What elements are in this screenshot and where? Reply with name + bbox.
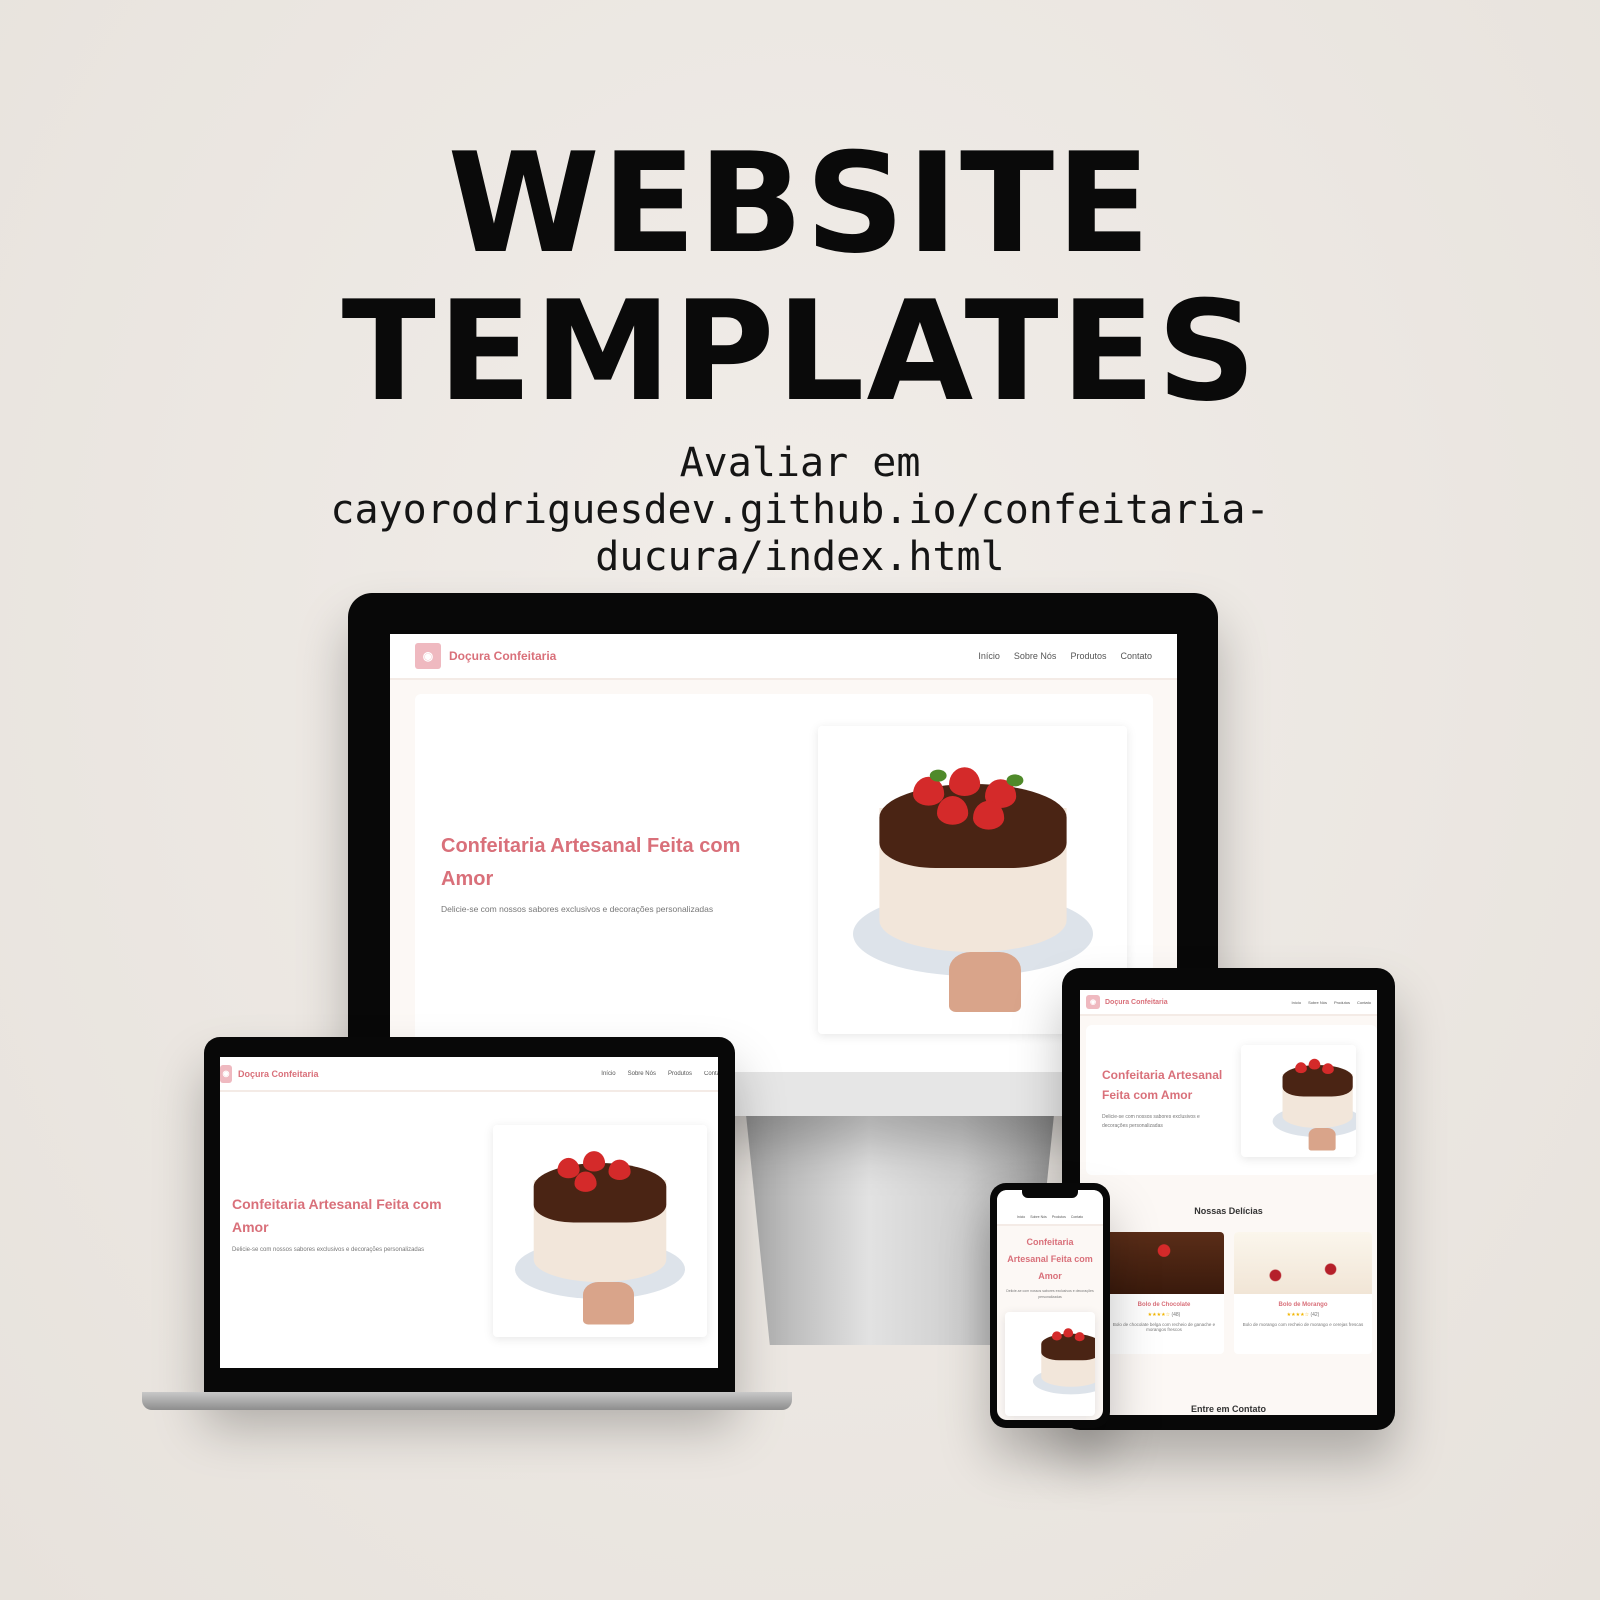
hero-title: Confeitaria Artesanal Feita com Amor: [1007, 1237, 1093, 1281]
rating-count: (48): [1171, 1312, 1181, 1318]
products-title: Nossas Delícias: [1194, 1206, 1263, 1216]
nav-produtos[interactable]: Produtos: [668, 1071, 692, 1077]
cake-image: [515, 1138, 685, 1325]
star-rating-icon: ★★★★☆: [1147, 1312, 1171, 1318]
nav-contato[interactable]: Contato: [704, 1071, 718, 1077]
chocolate-cake-image: [1104, 1232, 1224, 1294]
nav-inicio[interactable]: Início: [601, 1071, 615, 1077]
nav-contato[interactable]: Contato: [1071, 1215, 1083, 1219]
phone-notch: [1022, 1190, 1078, 1198]
strawberry-cake-image: [1234, 1232, 1372, 1294]
cupcake-icon: ◉: [220, 1064, 232, 1083]
product-desc: Bolo de chocolate belga com recheio de g…: [1112, 1322, 1216, 1332]
laptop-base: [142, 1392, 792, 1410]
nav-inicio[interactable]: Início: [978, 651, 1000, 661]
monitor-screen: ◉ Doçura Confeitaria Início Sobre Nós Pr…: [390, 634, 1177, 1072]
site-header: ◉ Doçura Confeitaria Início Sobre Nós Produ…: [1080, 990, 1377, 1016]
nav-inicio[interactable]: Início: [1292, 1000, 1302, 1005]
contact-title: Entre em Contato: [1190, 1404, 1266, 1414]
brand-name: Doçura Confeitaria: [238, 1068, 319, 1079]
title-line-2: TEMPLATES: [341, 271, 1259, 432]
tablet-screen: ◉ Doçura Confeitaria Início Sobre Nós Produ…: [1080, 990, 1377, 1415]
nav-contato[interactable]: Contato: [1120, 651, 1152, 661]
hero-title: Confeitaria Artesanal Feita com Amor: [1102, 1068, 1223, 1102]
promo-subtitle: Avaliar em cayorodriguesdev.github.io/co…: [0, 440, 1600, 581]
nav-contato[interactable]: Contato: [1357, 1000, 1371, 1005]
nav-sobre-nos[interactable]: Sobre Nós: [1308, 1000, 1327, 1005]
hero-title: Confeitaria Artesanal Feita com Amor: [232, 1196, 442, 1235]
hero-card: Confeitaria Artesanal Feita com Amor Del…: [415, 694, 1153, 1072]
hero-card: Confeitaria Artesanal Feita com Amor Del…: [1086, 1025, 1377, 1175]
product-card-chocolate[interactable]: Bolo de Chocolate ★★★★☆ (48) Bolo de cho…: [1104, 1232, 1224, 1354]
cake-image: [1272, 1052, 1356, 1151]
site-header: ◉ Doçura Confeitaria Início Sobre Nós Pr…: [390, 634, 1177, 680]
site-nav: Início Sobre Nós Produtos Contato: [601, 1071, 718, 1077]
cupcake-icon: ◉: [1086, 995, 1100, 1009]
hero-text: Delicie-se com nossos sabores exclusivos…: [232, 1247, 425, 1253]
hero-text: Delicie-se com nossos sabores exclusivos…: [1102, 1114, 1200, 1129]
hero-text: Delicie-se com nossos sabores exclusivos…: [1006, 1289, 1094, 1299]
brand[interactable]: ◉ Doçura Confeitaria: [415, 643, 556, 669]
site-header: ◉ Doçura Confeitaria Início Sobre Nós Produ…: [220, 1057, 718, 1092]
site-nav: Início Sobre Nós Produtos Contato: [978, 651, 1152, 661]
nav-sobre-nos[interactable]: Sobre Nós: [1030, 1215, 1047, 1219]
brand-name: Doçura Confeitaria: [1105, 998, 1168, 1006]
hero-image: [1005, 1312, 1095, 1416]
nav-sobre-nos[interactable]: Sobre Nós: [1014, 651, 1057, 661]
nav-inicio[interactable]: Início: [1017, 1215, 1025, 1219]
brand-name: Doçura Confeitaria: [449, 649, 557, 663]
product-name: Bolo de Chocolate: [1137, 1302, 1191, 1308]
promo-title: WEBSITE TEMPLATES: [0, 130, 1600, 426]
subtitle-url-line: ducura/index.html: [595, 534, 1005, 580]
cupcake-icon: ◉: [415, 643, 441, 669]
nav-produtos[interactable]: Produtos: [1052, 1215, 1066, 1219]
phone-screen: Início Sobre Nós Produtos Contato Confeitar…: [997, 1190, 1103, 1420]
product-card-morango[interactable]: Bolo de Morango ★★★★☆ (42) Bolo de moran…: [1234, 1232, 1372, 1354]
title-line-1: WEBSITE: [447, 123, 1153, 284]
cake-image: [1032, 1322, 1095, 1406]
product-desc: Bolo de morango com recheio de morango e…: [1242, 1322, 1364, 1327]
rating-count: (42): [1310, 1312, 1320, 1318]
site-nav: Início Sobre Nós Produtos Contato: [1017, 1215, 1083, 1219]
hero-title: Confeitaria Artesanal Feita com Amor: [441, 835, 741, 890]
subtitle-line: Avaliar em: [679, 440, 921, 486]
hero-text: Delicie-se com nossos sabores exclusivos…: [441, 904, 714, 914]
nav-produtos[interactable]: Produtos: [1334, 1000, 1350, 1005]
site-nav: Início Sobre Nós Produtos Contato: [1292, 1000, 1372, 1005]
star-rating-icon: ★★★★☆: [1286, 1312, 1310, 1318]
hero-image: [493, 1125, 707, 1337]
laptop-screen: ◉ Doçura Confeitaria Início Sobre Nós Produ…: [220, 1057, 718, 1368]
product-name: Bolo de Morango: [1278, 1302, 1328, 1308]
cake-image: [852, 748, 1093, 1012]
hero-image: [1241, 1045, 1356, 1157]
nav-sobre-nos[interactable]: Sobre Nós: [628, 1071, 656, 1077]
nav-produtos[interactable]: Produtos: [1070, 651, 1106, 661]
subtitle-url-line: cayorodriguesdev.github.io/confeitaria-: [330, 487, 1270, 533]
